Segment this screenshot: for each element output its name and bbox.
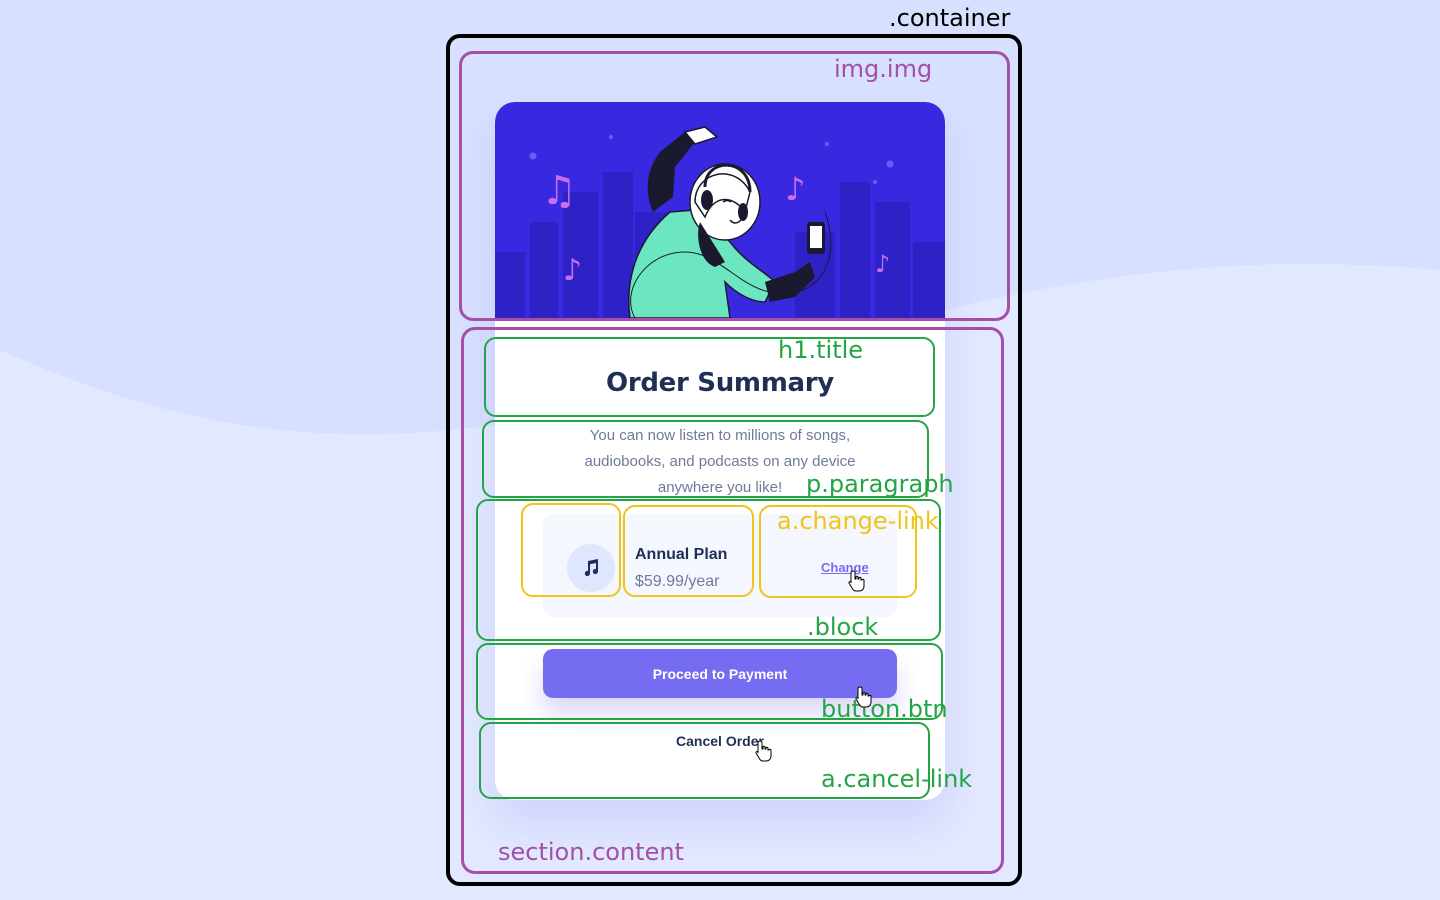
plan-name: Annual Plan [635,546,728,563]
hero-illustration: ♫ ♪ ♪ ♪ [495,102,945,318]
dancing-person-illustration: ♫ ♪ ♪ ♪ [495,102,945,318]
block-label: .block [807,613,879,641]
page-title: Order Summary [606,368,834,398]
svg-text:♪: ♪ [875,250,890,278]
button-label: button.btn [821,695,948,723]
change-link-label: a.change-link [777,507,939,535]
music-note-icon [567,544,615,592]
svg-text:♫: ♫ [541,168,577,214]
img-label: img.img [834,55,933,83]
cancel-link-label: a.cancel-link [821,765,973,793]
paragraph-label: p.paragraph [806,470,954,498]
change-plan-link[interactable]: Change [821,560,869,575]
content-label: section.content [498,838,684,866]
plan-price: $59.99/year [635,573,720,590]
title-label: h1.title [778,336,864,364]
proceed-to-payment-button[interactable]: Proceed to Payment [543,649,897,698]
cancel-order-link[interactable]: Cancel Order [495,733,945,749]
container-label: .container [889,4,1011,32]
svg-text:♪: ♪ [785,170,805,208]
svg-text:♪: ♪ [563,253,582,288]
